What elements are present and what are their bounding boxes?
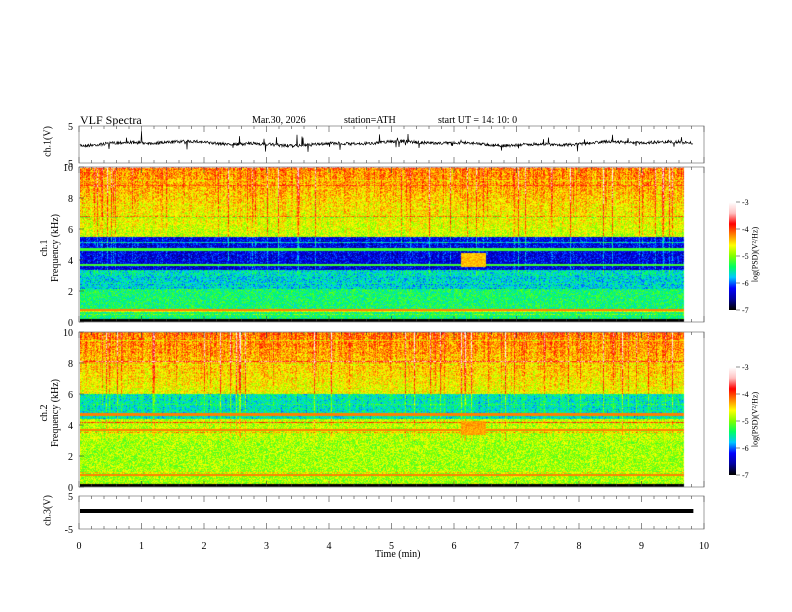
ch1-label: ch.1: [39, 239, 50, 257]
x-tick-label: 10: [699, 541, 709, 552]
colorbar-tick-label: -6: [742, 444, 749, 453]
y-tick-label: 2: [68, 452, 73, 463]
x-tick-label: 4: [327, 541, 332, 552]
colorbar-tick-label: -3: [742, 363, 749, 372]
ch2-label: ch.2: [39, 404, 50, 422]
ch3-ylabel: ch.3(V): [42, 495, 54, 526]
x-tick-label: 3: [264, 541, 269, 552]
ch1-colorbar-label: log(PSD)(V²/Hz): [750, 226, 760, 283]
colorbar-tick-label: -6: [742, 279, 749, 288]
ch2-colorbar-label: log(PSD)(V²/Hz): [750, 391, 760, 448]
x-tick-label: 2: [202, 541, 207, 552]
y-tick-label: 2: [68, 287, 73, 298]
panel-frame: [78, 166, 705, 323]
ch1-waveform: [79, 131, 694, 152]
x-tick-label: 6: [452, 541, 457, 552]
y-tick-label: 4: [68, 421, 73, 432]
axes-layer: 5-5024681002468105-50 1 2 3 4 5 6 7 8 9 10-3-4-5-6…: [63, 122, 749, 552]
colorbar-tick-label: -4: [742, 390, 749, 399]
x-tick-label: 7: [514, 541, 519, 552]
y-tick-label: 4: [68, 256, 73, 267]
colorbar-tick-label: -5: [742, 252, 749, 261]
y-tick-label: 10: [63, 328, 73, 339]
y-tick-label: 5: [68, 492, 73, 503]
y-tick-label: 6: [68, 225, 73, 236]
x-tick-label: 1: [139, 541, 144, 552]
y-tick-label: 8: [68, 359, 73, 370]
ch1-ylabel: ch.1(V): [42, 126, 54, 157]
colorbar-tick-label: -4: [742, 225, 749, 234]
y-tick-label: 5: [68, 122, 73, 133]
panel-frame: [78, 331, 705, 488]
ch1-freq-ylabel: ch.1 Frequency (kHz): [39, 193, 61, 303]
freq-label: Frequency (kHz): [50, 378, 61, 448]
y-tick-label: -5: [65, 525, 73, 536]
colorbar-tick-label: -5: [742, 417, 749, 426]
x-tick-label: 0: [77, 541, 82, 552]
ch2-freq-ylabel: ch.2 Frequency (kHz): [39, 358, 61, 468]
x-axis-label: Time (min): [375, 549, 421, 560]
freq-label: Frequency (kHz): [50, 213, 61, 283]
vlf-spectra-figure: VLF Spectra Mar.30, 2026 station=ATH sta…: [0, 0, 792, 612]
colorbar-tick-label: -3: [742, 198, 749, 207]
colorbar-tick-label: -7: [742, 471, 749, 480]
x-tick-label: 8: [577, 541, 582, 552]
y-tick-label: 8: [68, 194, 73, 205]
colorbar-tick-label: -7: [742, 306, 749, 315]
x-tick-label: 9: [639, 541, 644, 552]
y-tick-label: 10: [63, 163, 73, 174]
y-tick-label: 6: [68, 390, 73, 401]
